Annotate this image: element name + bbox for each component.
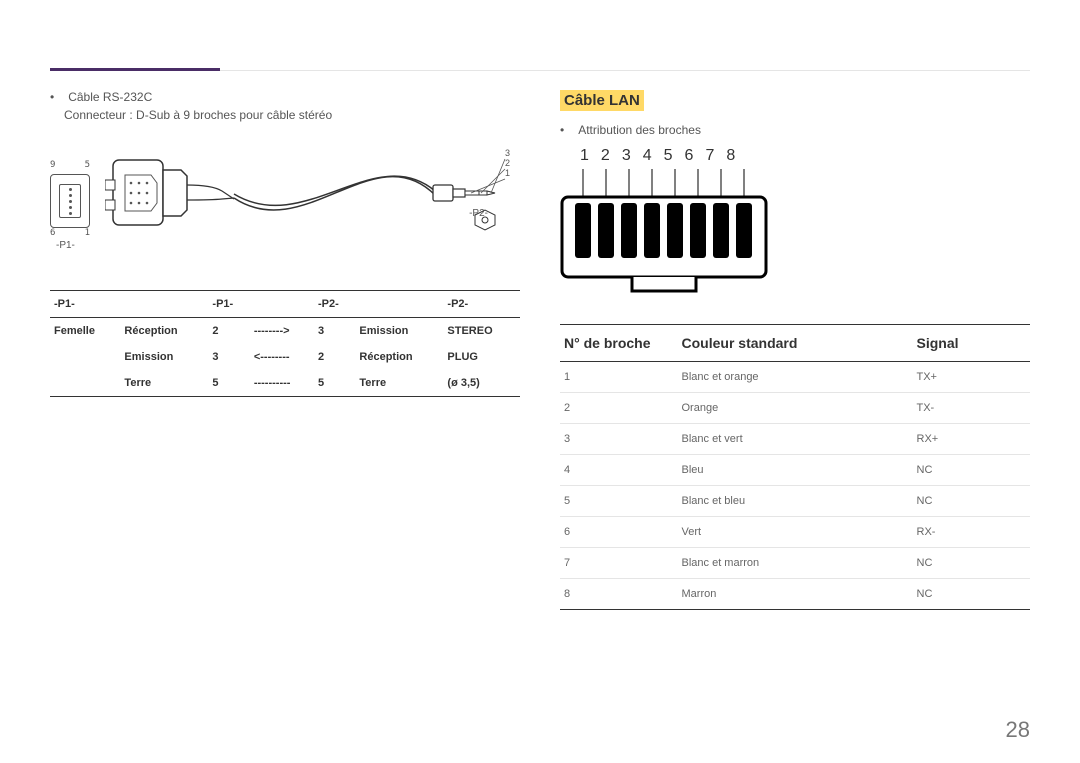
rs-h5 [355,291,443,318]
table-row: 1 Blanc et orange TX+ [560,362,1030,393]
right-column: Câble LAN Attribution des broches 123456… [560,40,1030,610]
dsub-pin-9: 9 [50,160,55,170]
jack-pin-3: 3 [505,148,510,158]
table-row: 8 Marron NC [560,579,1030,610]
table-row: 3 Blanc et vert RX+ [560,424,1030,455]
lan-bullet: Attribution des broches [560,123,1030,137]
rs232-figure: 9 5 6 1 -P1- [50,140,520,270]
lan-pin-numbers: 12345678 [580,147,1030,165]
lan-table: N° de broche Couleur standard Signal 1 B… [560,324,1030,610]
bullet-dot-icon [50,90,60,104]
table-row: Femelle Réception 2 --------> 3 Emission… [50,318,520,345]
dsub-pin-6: 6 [50,228,55,238]
rj45-connector-icon [560,169,770,299]
lan-title: Câble LAN [560,90,644,111]
dsub-front-icon: 9 5 6 1 [50,160,90,238]
table-row: 2 Orange TX- [560,393,1030,424]
lan-bullet-text: Attribution des broches [578,123,701,137]
table-row: 5 Blanc et bleu NC [560,486,1030,517]
rs232-bullet-text: Câble RS-232C [68,90,152,104]
p1-label: -P1- [56,240,75,251]
rs232-bullet: Câble RS-232C [50,90,520,104]
dsub-pin-1: 1 [85,228,90,238]
lan-h0: N° de broche [560,325,678,362]
table-row: 4 Bleu NC [560,455,1030,486]
page-content: Câble RS-232C Connecteur : D-Sub à 9 bro… [0,0,1080,610]
rs232-cable-icon [105,145,515,265]
lan-figure: 12345678 [560,147,1030,304]
left-column: Câble RS-232C Connecteur : D-Sub à 9 bro… [50,40,520,610]
jack-pin-2: 2 [505,158,510,168]
p2-label: -P2- [469,208,488,219]
rs232-connector-desc: Connecteur : D-Sub à 9 broches pour câbl… [64,108,520,122]
accent-bar [50,68,220,71]
page-number: 28 [1006,717,1030,743]
rs-h2: -P1- [208,291,249,318]
table-row: Emission 3 <-------- 2 Réception PLUG [50,344,520,370]
rs232-table-head: -P1- -P1- -P2- -P2- [50,291,520,318]
rs-h3 [250,291,314,318]
rs-h0: -P1- [50,291,120,318]
bullet-dot-icon [560,123,570,137]
table-row: 6 Vert RX- [560,517,1030,548]
table-row: 7 Blanc et marron NC [560,548,1030,579]
lan-h1: Couleur standard [678,325,913,362]
rs-h6: -P2- [443,291,520,318]
lan-h2: Signal [913,325,1031,362]
jack-pin-numbers: 3 2 1 [505,148,510,178]
dsub-pin-5: 5 [85,160,90,170]
rs-h4: -P2- [314,291,355,318]
rs232-table: -P1- -P1- -P2- -P2- Femelle Réception 2 … [50,290,520,397]
jack-pin-1: 1 [505,168,510,178]
rs-h1 [120,291,208,318]
table-row: Terre 5 ---------- 5 Terre (ø 3,5) [50,370,520,397]
